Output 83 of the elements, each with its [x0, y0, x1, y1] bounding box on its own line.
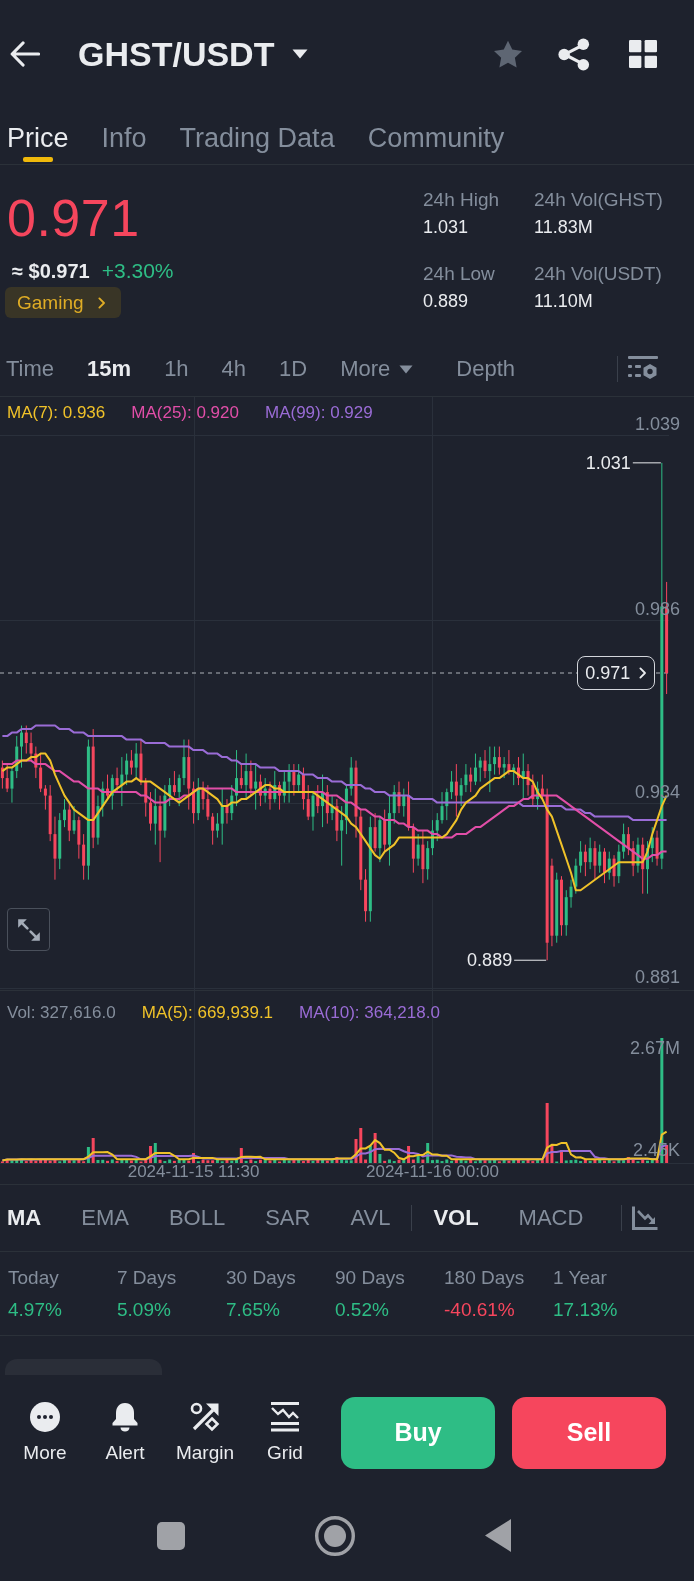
stat-value: 1.031: [423, 216, 470, 239]
tab[interactable]: Price: [7, 108, 69, 164]
stat-value: 0.889: [423, 290, 470, 313]
buy-button[interactable]: Buy: [341, 1396, 495, 1469]
legend-label: MA(25): 0.920: [131, 402, 239, 424]
indicator-tab[interactable]: EMA: [81, 1203, 129, 1233]
usd-price: ≈ $0.971: [12, 259, 90, 284]
caret-down-icon: [399, 364, 414, 374]
recent-apps-icon[interactable]: [157, 1521, 185, 1550]
tab[interactable]: Trading Data: [179, 108, 335, 164]
indicator-tab[interactable]: BOLL: [168, 1203, 226, 1233]
period-label: 30 Days: [226, 1266, 297, 1290]
legend-label: MA(7): 0.936: [7, 402, 106, 424]
stat-label: 24h Vol(GHST): [534, 188, 664, 212]
more-icon: [30, 1401, 60, 1432]
time-axis-label: 2024-11-15 11:30: [127, 1162, 260, 1182]
tab[interactable]: Community: [367, 108, 505, 164]
action-button[interactable]: Alert: [85, 1401, 165, 1464]
period-change: 17.13%: [553, 1298, 619, 1322]
period-label: 7 Days: [117, 1266, 178, 1290]
chevron-right-icon: [97, 296, 105, 309]
indicator-tab[interactable]: MACD: [518, 1203, 584, 1233]
high-leader-line: [632, 462, 662, 464]
low-leader-line: [513, 959, 547, 961]
action-button[interactable]: Margin: [165, 1401, 245, 1464]
legend-label: Vol: 327,616.0: [7, 1002, 116, 1024]
period-label: 90 Days: [335, 1266, 406, 1290]
expand-button[interactable]: [7, 908, 50, 951]
stat-value: 11.83M: [534, 216, 594, 239]
period-change: -40.61%: [444, 1298, 516, 1322]
indicator-tab[interactable]: MA: [7, 1203, 42, 1233]
period-label: Today: [8, 1266, 60, 1290]
indicator-tab[interactable]: SAR: [265, 1203, 311, 1233]
interval-tab[interactable]: 4h: [221, 354, 247, 384]
chart-icon[interactable]: [632, 1206, 658, 1230]
action-button[interactable]: More: [5, 1401, 85, 1464]
interval-tab[interactable]: Time: [6, 354, 55, 384]
percent-arrow-icon: [190, 1401, 220, 1432]
expand-icon: [15, 916, 42, 943]
period-change: 0.52%: [335, 1298, 390, 1322]
action-button[interactable]: Grid: [245, 1401, 325, 1464]
interval-tab[interactable]: Depth: [456, 354, 516, 384]
pair-selector[interactable]: GHST/USDT: [78, 34, 309, 74]
last-price: 0.971: [7, 188, 140, 249]
interval-tab[interactable]: 15m: [87, 354, 132, 384]
period-change: 7.65%: [226, 1298, 281, 1322]
high-price-label: 1.031: [585, 451, 631, 474]
period-change: 4.97%: [8, 1298, 63, 1322]
star-icon[interactable]: [493, 39, 523, 69]
caret-down-icon: [292, 49, 309, 59]
interval-tab[interactable]: 1h: [164, 354, 189, 384]
interval-tab[interactable]: 1D: [279, 354, 308, 384]
chart-settings-icon[interactable]: [628, 356, 658, 382]
last-price-button[interactable]: 0.971: [577, 656, 655, 690]
stat-label: 24h Low: [423, 262, 496, 286]
category-tag[interactable]: Gaming: [5, 287, 121, 318]
stat-label: 24h High: [423, 188, 501, 212]
axis-label: 1.039: [634, 412, 680, 435]
low-price-label: 0.889: [467, 949, 513, 972]
axis-label: 0.881: [634, 966, 680, 989]
grid-trading-icon: [271, 1401, 299, 1432]
share-icon[interactable]: [558, 37, 590, 71]
tab[interactable]: Info: [101, 108, 147, 164]
grid-menu-icon[interactable]: [629, 40, 657, 68]
more-dropdown[interactable]: More: [340, 354, 414, 384]
period-change: 5.09%: [117, 1298, 172, 1322]
bell-icon: [111, 1401, 139, 1432]
sell-button[interactable]: Sell: [512, 1396, 666, 1469]
indicator-tab[interactable]: AVL: [350, 1203, 391, 1233]
period-label: 1 Year: [553, 1266, 608, 1290]
home-icon[interactable]: [315, 1515, 355, 1556]
price-change: +3.30%: [101, 258, 174, 284]
indicator-tab[interactable]: VOL: [433, 1203, 479, 1233]
legend-label: MA(99): 0.929: [265, 402, 373, 424]
stat-value: 11.10M: [534, 290, 594, 313]
back-triangle-icon[interactable]: [485, 1519, 511, 1552]
back-icon[interactable]: [10, 41, 40, 67]
chevron-right-icon: [639, 667, 647, 679]
legend-label: MA(5): 669,939.1: [141, 1002, 274, 1024]
legend-label: MA(10): 364,218.0: [299, 1002, 440, 1024]
period-label: 180 Days: [444, 1266, 526, 1290]
stat-label: 24h Vol(USDT): [534, 262, 663, 286]
time-axis-label: 2024-11-16 00:00: [365, 1162, 499, 1182]
